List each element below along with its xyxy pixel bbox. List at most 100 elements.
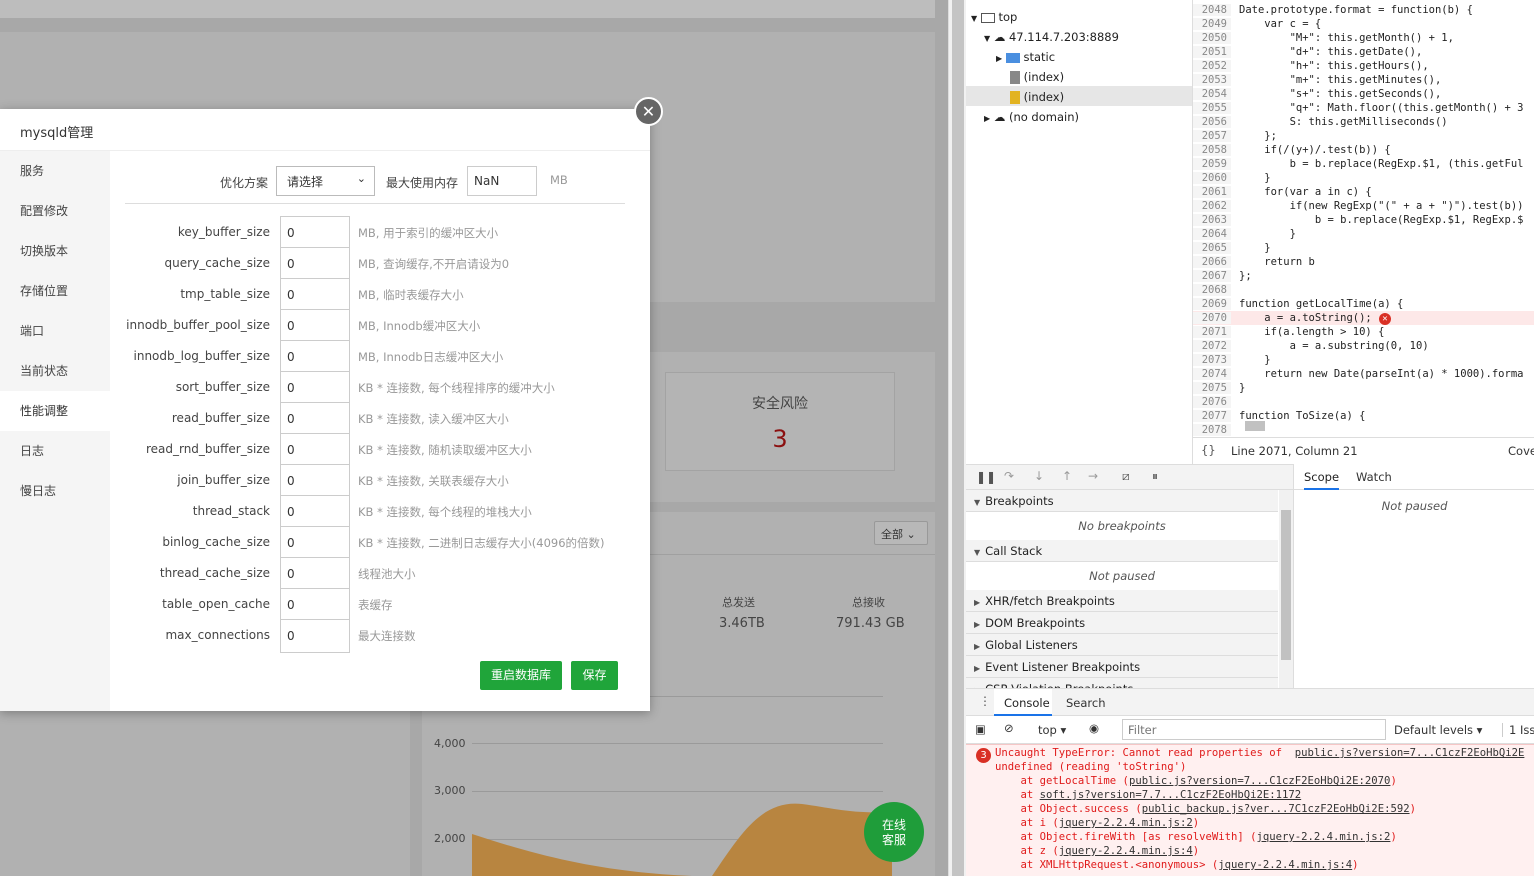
- line-number[interactable]: 2057: [1193, 130, 1231, 142]
- line-number[interactable]: 2063: [1193, 214, 1231, 226]
- source-link[interactable]: jquery-2.2.4.min.js:2: [1257, 831, 1391, 843]
- nav-item-performance[interactable]: 性能调整: [0, 391, 110, 431]
- source-link[interactable]: jquery-2.2.4.min.js:4: [1218, 859, 1352, 871]
- tab-watch[interactable]: Watch: [1356, 470, 1392, 484]
- line-number[interactable]: 2071: [1193, 326, 1231, 338]
- console-filter-input[interactable]: Filter: [1122, 719, 1386, 740]
- line-number[interactable]: 2052: [1193, 60, 1231, 72]
- tree-item-index-js[interactable]: (index): [1010, 90, 1064, 104]
- issues-counter[interactable]: 1 Issue: [1502, 723, 1534, 737]
- section-xhr-fetch-breakpoints[interactable]: ▶ XHR/fetch Breakpoints: [966, 590, 1278, 612]
- line-number[interactable]: 2061: [1193, 186, 1231, 198]
- line-number[interactable]: 2064: [1193, 228, 1231, 240]
- field-input-read_buffer_size[interactable]: 0: [280, 402, 350, 436]
- line-number[interactable]: 2055: [1193, 102, 1231, 114]
- nav-item-slow-log[interactable]: 慢日志: [0, 471, 110, 511]
- field-input-sort_buffer_size[interactable]: 0: [280, 371, 350, 405]
- code-hscrollbar-thumb[interactable]: [1245, 421, 1265, 431]
- field-input-query_cache_size[interactable]: 0: [280, 247, 350, 281]
- nav-item-storage[interactable]: 存储位置: [0, 271, 110, 311]
- security-risk-card[interactable]: 安全风险 3: [665, 372, 895, 471]
- field-input-thread_cache_size[interactable]: 0: [280, 557, 350, 591]
- tree-item-top[interactable]: ▼ top: [971, 10, 1017, 24]
- tab-scope[interactable]: Scope: [1304, 470, 1340, 490]
- line-number[interactable]: 2049: [1193, 18, 1231, 30]
- source-link[interactable]: jquery-2.2.4.min.js:4: [1059, 845, 1193, 857]
- nav-item-status[interactable]: 当前状态: [0, 351, 110, 391]
- tree-item-static[interactable]: ▶ static: [996, 50, 1055, 64]
- pause-on-exceptions-icon[interactable]: ⏸: [1152, 469, 1158, 484]
- step-icon[interactable]: →: [1088, 469, 1098, 483]
- line-number[interactable]: 2050: [1193, 32, 1231, 44]
- line-number[interactable]: 2058: [1193, 144, 1231, 156]
- pretty-print-icon[interactable]: {}: [1201, 443, 1216, 457]
- source-link[interactable]: public_backup.js?ver...7C1czF2EoHbQi2E:5…: [1142, 803, 1410, 815]
- source-link[interactable]: soft.js?version=7.7...C1czF2EoHbQi2E:117…: [1040, 789, 1302, 801]
- section-event-listener-breakpoints[interactable]: ▶ Event Listener Breakpoints: [966, 656, 1278, 678]
- field-input-table_open_cache[interactable]: 0: [280, 588, 350, 622]
- field-input-innodb_buffer_pool_size[interactable]: 0: [280, 309, 350, 343]
- tree-item-index[interactable]: (index): [1010, 70, 1064, 84]
- nav-item-version[interactable]: 切换版本: [0, 231, 110, 271]
- section-call-stack[interactable]: ▼ Call Stack: [966, 540, 1278, 562]
- tab-console[interactable]: Console: [1004, 696, 1050, 710]
- line-number[interactable]: 2076: [1193, 396, 1231, 408]
- field-input-join_buffer_size[interactable]: 0: [280, 464, 350, 498]
- section-dom-breakpoints[interactable]: ▶ DOM Breakpoints: [966, 612, 1278, 634]
- online-support-button[interactable]: 在线 客服: [864, 802, 924, 862]
- error-marker-icon[interactable]: ✕: [1379, 313, 1391, 325]
- scrollbar-thumb[interactable]: [952, 0, 964, 876]
- restart-database-button[interactable]: 重启数据库: [480, 661, 562, 690]
- tab-search[interactable]: Search: [1066, 696, 1106, 710]
- field-input-tmp_table_size[interactable]: 0: [280, 278, 350, 312]
- field-input-max_connections[interactable]: 0: [280, 619, 350, 653]
- line-number[interactable]: 2065: [1193, 242, 1231, 254]
- line-number[interactable]: 2066: [1193, 256, 1231, 268]
- more-menu-icon[interactable]: ⋮: [979, 694, 991, 708]
- nav-item-config[interactable]: 配置修改: [0, 191, 110, 231]
- line-number[interactable]: 2077: [1193, 410, 1231, 422]
- line-number[interactable]: 2062: [1193, 200, 1231, 212]
- code-editor[interactable]: 2048 Date.prototype.format = function(b) …: [1192, 0, 1534, 437]
- step-out-icon[interactable]: ↑: [1062, 469, 1072, 483]
- tree-item-host[interactable]: ▼ ☁ 47.114.7.203:8889: [984, 30, 1119, 44]
- log-levels-select[interactable]: Default levels ▾: [1394, 723, 1482, 737]
- clear-console-icon[interactable]: ⊘: [1004, 721, 1014, 735]
- line-number[interactable]: 2074: [1193, 368, 1231, 380]
- line-number[interactable]: 2051: [1193, 46, 1231, 58]
- source-link[interactable]: public.js?version=7...C1czF2EoHbQi2E:207…: [1129, 775, 1391, 787]
- step-over-icon[interactable]: ↷: [1004, 469, 1014, 483]
- tree-item-no-domain[interactable]: ▶ ☁ (no domain): [984, 110, 1079, 124]
- field-input-thread_stack[interactable]: 0: [280, 495, 350, 529]
- sidebar-scrollbar[interactable]: [1279, 490, 1293, 688]
- pause-icon[interactable]: ❚❚: [976, 470, 996, 484]
- field-input-innodb_log_buffer_size[interactable]: 0: [280, 340, 350, 374]
- eye-icon[interactable]: ◉: [1089, 721, 1099, 735]
- section-global-listeners[interactable]: ▶ Global Listeners: [966, 634, 1278, 656]
- field-input-read_rnd_buffer_size[interactable]: 0: [280, 433, 350, 467]
- line-number[interactable]: 2053: [1193, 74, 1231, 86]
- section-breakpoints[interactable]: ▼ Breakpoints: [966, 490, 1278, 512]
- source-link[interactable]: public.js?version=7...C1czF2EoHbQi2E: [1295, 747, 1525, 759]
- field-input-key_buffer_size[interactable]: 0: [280, 216, 350, 250]
- line-number[interactable]: 2054: [1193, 88, 1231, 100]
- nav-item-log[interactable]: 日志: [0, 431, 110, 471]
- max-memory-input[interactable]: NaN: [467, 166, 537, 196]
- line-number[interactable]: 2068: [1193, 284, 1231, 296]
- save-button[interactable]: 保存: [571, 661, 618, 690]
- line-number[interactable]: 2067: [1193, 270, 1231, 282]
- line-number[interactable]: 2075: [1193, 382, 1231, 394]
- sidebar-toggle-icon[interactable]: ▣: [975, 722, 986, 736]
- line-number[interactable]: 2070: [1193, 312, 1231, 324]
- line-number[interactable]: 2056: [1193, 116, 1231, 128]
- nav-item-port[interactable]: 端口: [0, 311, 110, 351]
- deactivate-breakpoints-icon[interactable]: ⧄: [1122, 469, 1130, 484]
- line-number[interactable]: 2060: [1193, 172, 1231, 184]
- line-number[interactable]: 2059: [1193, 158, 1231, 170]
- line-number[interactable]: 2069: [1193, 298, 1231, 310]
- scrollbar-thumb[interactable]: [1281, 510, 1291, 660]
- context-select[interactable]: top ▾: [1038, 723, 1066, 737]
- line-number[interactable]: 2072: [1193, 340, 1231, 352]
- line-number[interactable]: 2078: [1193, 424, 1231, 436]
- source-link[interactable]: jquery-2.2.4.min.js:2: [1059, 817, 1193, 829]
